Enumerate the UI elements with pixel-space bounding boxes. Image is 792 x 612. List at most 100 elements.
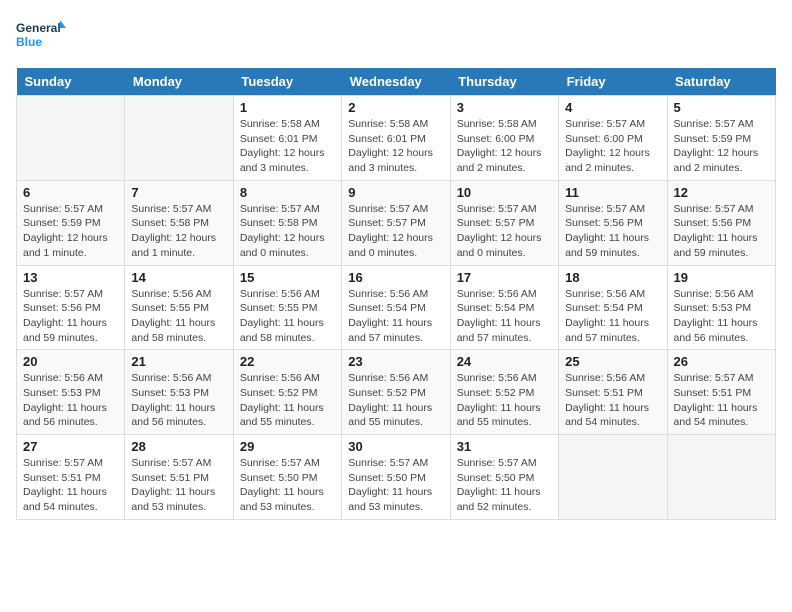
day-cell: 19 Sunrise: 5:56 AM Sunset: 5:53 PM Dayli… [667, 265, 775, 350]
day-cell: 24Sunrise: 5:56 AM Sunset: 5:52 PM Dayli… [450, 350, 558, 435]
day-number: 22 [240, 354, 335, 369]
day-cell [559, 435, 667, 520]
day-info: Sunrise: 5:58 AM Sunset: 6:00 PM Dayligh… [457, 117, 552, 176]
day-number: 26 [674, 354, 769, 369]
day-cell: 31 Sunrise: 5:57 AM Sunset: 5:50 PM Dayli… [450, 435, 558, 520]
week-row-5: 27 Sunrise: 5:57 AM Sunset: 5:51 PM Dayli… [17, 435, 776, 520]
day-info: Sunrise: 5:57 AM Sunset: 5:57 PM Dayligh… [348, 202, 443, 261]
day-number: 4 [565, 100, 660, 115]
day-cell: 23 Sunrise: 5:56 AM Sunset: 5:52 PM Dayli… [342, 350, 450, 435]
day-number: 2 [348, 100, 443, 115]
day-number: 10 [457, 185, 552, 200]
page-header: General Blue [16, 16, 776, 56]
week-row-2: 6Sunrise: 5:57 AM Sunset: 5:59 PM Daylig… [17, 180, 776, 265]
day-number: 29 [240, 439, 335, 454]
day-cell: 6Sunrise: 5:57 AM Sunset: 5:59 PM Daylig… [17, 180, 125, 265]
day-cell: 12Sunrise: 5:57 AM Sunset: 5:56 PM Dayli… [667, 180, 775, 265]
day-cell: 30 Sunrise: 5:57 AM Sunset: 5:50 PM Dayli… [342, 435, 450, 520]
day-cell: 26 Sunrise: 5:57 AM Sunset: 5:51 PM Dayli… [667, 350, 775, 435]
day-info: Sunrise: 5:57 AM Sunset: 5:50 PM Dayligh… [457, 456, 552, 515]
day-number: 12 [674, 185, 769, 200]
day-info: Sunrise: 5:56 AM Sunset: 5:53 PM Dayligh… [131, 371, 226, 430]
day-number: 6 [23, 185, 118, 200]
day-info: Sunrise: 5:57 AM Sunset: 5:51 PM Dayligh… [131, 456, 226, 515]
day-cell: 20 Sunrise: 5:56 AM Sunset: 5:53 PM Dayli… [17, 350, 125, 435]
day-info: Sunrise: 5:57 AM Sunset: 6:00 PM Dayligh… [565, 117, 660, 176]
calendar-table: SundayMondayTuesdayWednesdayThursdayFrid… [16, 68, 776, 520]
logo: General Blue [16, 16, 66, 56]
header-day-wednesday: Wednesday [342, 68, 450, 96]
header-row: SundayMondayTuesdayWednesdayThursdayFrid… [17, 68, 776, 96]
day-info: Sunrise: 5:57 AM Sunset: 5:50 PM Dayligh… [240, 456, 335, 515]
day-number: 24 [457, 354, 552, 369]
day-info: Sunrise: 5:57 AM Sunset: 5:58 PM Dayligh… [240, 202, 335, 261]
day-number: 18 [565, 270, 660, 285]
day-info: Sunrise: 5:56 AM Sunset: 5:52 PM Dayligh… [348, 371, 443, 430]
day-info: Sunrise: 5:58 AM Sunset: 6:01 PM Dayligh… [240, 117, 335, 176]
day-cell: 28 Sunrise: 5:57 AM Sunset: 5:51 PM Dayli… [125, 435, 233, 520]
day-info: Sunrise: 5:58 AM Sunset: 6:01 PM Dayligh… [348, 117, 443, 176]
day-cell: 21 Sunrise: 5:56 AM Sunset: 5:53 PM Dayli… [125, 350, 233, 435]
day-info: Sunrise: 5:56 AM Sunset: 5:54 PM Dayligh… [565, 287, 660, 346]
day-info: Sunrise: 5:57 AM Sunset: 5:51 PM Dayligh… [674, 371, 769, 430]
day-info: Sunrise: 5:57 AM Sunset: 5:56 PM Dayligh… [565, 202, 660, 261]
header-day-friday: Friday [559, 68, 667, 96]
day-cell: 15Sunrise: 5:56 AM Sunset: 5:55 PM Dayli… [233, 265, 341, 350]
calendar-body: 1 Sunrise: 5:58 AM Sunset: 6:01 PM Daylig… [17, 96, 776, 520]
day-number: 11 [565, 185, 660, 200]
day-number: 23 [348, 354, 443, 369]
day-cell: 29 Sunrise: 5:57 AM Sunset: 5:50 PM Dayli… [233, 435, 341, 520]
day-cell: 14Sunrise: 5:56 AM Sunset: 5:55 PM Dayli… [125, 265, 233, 350]
day-cell: 25 Sunrise: 5:56 AM Sunset: 5:51 PM Dayli… [559, 350, 667, 435]
day-cell: 7 Sunrise: 5:57 AM Sunset: 5:58 PM Daylig… [125, 180, 233, 265]
day-cell [667, 435, 775, 520]
day-number: 20 [23, 354, 118, 369]
day-number: 1 [240, 100, 335, 115]
header-day-thursday: Thursday [450, 68, 558, 96]
day-info: Sunrise: 5:56 AM Sunset: 5:55 PM Dayligh… [240, 287, 335, 346]
day-info: Sunrise: 5:57 AM Sunset: 5:58 PM Dayligh… [131, 202, 226, 261]
day-number: 31 [457, 439, 552, 454]
header-day-tuesday: Tuesday [233, 68, 341, 96]
day-cell: 1 Sunrise: 5:58 AM Sunset: 6:01 PM Daylig… [233, 96, 341, 181]
day-info: Sunrise: 5:57 AM Sunset: 5:50 PM Dayligh… [348, 456, 443, 515]
day-info: Sunrise: 5:56 AM Sunset: 5:53 PM Dayligh… [23, 371, 118, 430]
day-number: 27 [23, 439, 118, 454]
day-number: 21 [131, 354, 226, 369]
day-cell: 17Sunrise: 5:56 AM Sunset: 5:54 PM Dayli… [450, 265, 558, 350]
day-number: 19 [674, 270, 769, 285]
day-info: Sunrise: 5:57 AM Sunset: 5:59 PM Dayligh… [674, 117, 769, 176]
day-info: Sunrise: 5:56 AM Sunset: 5:55 PM Dayligh… [131, 287, 226, 346]
day-number: 25 [565, 354, 660, 369]
day-number: 5 [674, 100, 769, 115]
day-cell: 8Sunrise: 5:57 AM Sunset: 5:58 PM Daylig… [233, 180, 341, 265]
day-cell: 4 Sunrise: 5:57 AM Sunset: 6:00 PM Daylig… [559, 96, 667, 181]
week-row-3: 13 Sunrise: 5:57 AM Sunset: 5:56 PM Dayli… [17, 265, 776, 350]
day-cell: 11 Sunrise: 5:57 AM Sunset: 5:56 PM Dayli… [559, 180, 667, 265]
day-cell: 16Sunrise: 5:56 AM Sunset: 5:54 PM Dayli… [342, 265, 450, 350]
week-row-4: 20 Sunrise: 5:56 AM Sunset: 5:53 PM Dayli… [17, 350, 776, 435]
day-cell: 18 Sunrise: 5:56 AM Sunset: 5:54 PM Dayli… [559, 265, 667, 350]
day-info: Sunrise: 5:56 AM Sunset: 5:54 PM Dayligh… [348, 287, 443, 346]
day-cell: 2 Sunrise: 5:58 AM Sunset: 6:01 PM Daylig… [342, 96, 450, 181]
day-cell [125, 96, 233, 181]
day-number: 13 [23, 270, 118, 285]
day-number: 3 [457, 100, 552, 115]
day-number: 9 [348, 185, 443, 200]
svg-text:Blue: Blue [16, 35, 42, 49]
calendar-header: SundayMondayTuesdayWednesdayThursdayFrid… [17, 68, 776, 96]
day-cell: 9 Sunrise: 5:57 AM Sunset: 5:57 PM Daylig… [342, 180, 450, 265]
day-cell [17, 96, 125, 181]
day-cell: 3 Sunrise: 5:58 AM Sunset: 6:00 PM Daylig… [450, 96, 558, 181]
day-info: Sunrise: 5:56 AM Sunset: 5:51 PM Dayligh… [565, 371, 660, 430]
day-info: Sunrise: 5:57 AM Sunset: 5:57 PM Dayligh… [457, 202, 552, 261]
day-number: 7 [131, 185, 226, 200]
day-number: 28 [131, 439, 226, 454]
header-day-sunday: Sunday [17, 68, 125, 96]
day-number: 30 [348, 439, 443, 454]
day-cell: 22Sunrise: 5:56 AM Sunset: 5:52 PM Dayli… [233, 350, 341, 435]
day-cell: 5 Sunrise: 5:57 AM Sunset: 5:59 PM Daylig… [667, 96, 775, 181]
day-info: Sunrise: 5:57 AM Sunset: 5:56 PM Dayligh… [23, 287, 118, 346]
day-info: Sunrise: 5:56 AM Sunset: 5:53 PM Dayligh… [674, 287, 769, 346]
day-cell: 10 Sunrise: 5:57 AM Sunset: 5:57 PM Dayli… [450, 180, 558, 265]
